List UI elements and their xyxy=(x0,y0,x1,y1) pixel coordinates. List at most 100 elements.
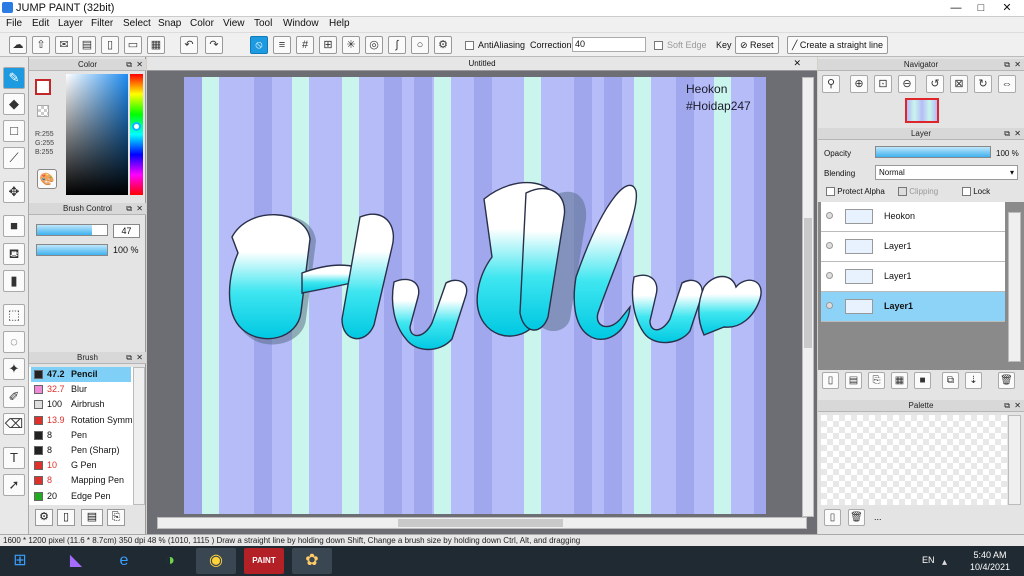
grid-snap-icon[interactable]: ⊞ xyxy=(319,36,337,54)
brush-export-icon[interactable]: ⎘ xyxy=(107,509,125,526)
panel-close-icon[interactable]: ✕ xyxy=(136,203,143,214)
document-close-icon[interactable]: ✕ xyxy=(793,58,801,69)
menu-edit[interactable]: Edit xyxy=(32,18,49,29)
select-eraser-tool-icon[interactable]: ⌫ xyxy=(3,413,25,435)
palette-scrollbar[interactable] xyxy=(1008,415,1021,505)
document-icon[interactable]: ▭ xyxy=(124,36,142,54)
folder-icon[interactable]: ■ xyxy=(914,372,931,389)
delete-palette-color-icon[interactable]: 🗑 xyxy=(848,509,865,526)
redo-icon[interactable]: ↷ xyxy=(205,36,223,54)
layer-row[interactable]: Layer1 xyxy=(821,262,1005,292)
move-tool-icon[interactable]: ✥ xyxy=(3,181,25,203)
note-icon[interactable]: ▤ xyxy=(78,36,96,54)
panel-close-icon[interactable]: ✕ xyxy=(1014,59,1021,70)
duplicate-icon[interactable]: ⧉ xyxy=(942,372,959,389)
lasso-tool-icon[interactable]: ◌ xyxy=(3,331,25,353)
brush-tool-icon[interactable]: ✎ xyxy=(3,67,25,89)
palette-picker-icon[interactable]: 🎨 xyxy=(37,169,57,189)
menu-help[interactable]: Help xyxy=(329,18,350,29)
merge-down-icon[interactable]: ⇣ xyxy=(965,372,982,389)
new-brush-icon[interactable]: ▯ xyxy=(57,509,75,526)
rectangle-tool-icon[interactable]: □ xyxy=(3,120,25,142)
gear-icon[interactable]: ⚙ xyxy=(434,36,452,54)
saturation-value-picker[interactable] xyxy=(66,74,128,195)
maximize-button[interactable]: □ xyxy=(970,0,992,16)
panel-float-icon[interactable]: ⧉ xyxy=(1004,128,1010,139)
select-rect-tool-icon[interactable]: ⬚ xyxy=(3,304,25,326)
palette-more[interactable]: ... xyxy=(874,512,882,522)
canvas-vertical-scrollbar[interactable] xyxy=(802,77,814,517)
bucket-tool-icon[interactable]: ⛾ xyxy=(3,243,25,265)
new-layer-icon[interactable]: ▯ xyxy=(822,372,839,389)
text-tool-icon[interactable]: T xyxy=(3,447,25,469)
eraser-tool-icon[interactable]: ◆ xyxy=(3,93,25,115)
document-tab[interactable]: Untitled xyxy=(147,57,817,71)
brush-list-item[interactable]: 32.7 Blur xyxy=(31,382,131,397)
flip-icon[interactable]: ⇔ xyxy=(998,75,1016,93)
menu-view[interactable]: View xyxy=(223,18,245,29)
panel-close-icon[interactable]: ✕ xyxy=(136,352,143,363)
snap-off-icon[interactable]: ⦸ xyxy=(250,36,268,54)
layer-visibility-icon[interactable] xyxy=(826,272,833,279)
clipping-option[interactable]: Clipping xyxy=(898,187,938,197)
brush-size-slider[interactable] xyxy=(36,224,108,236)
palette-swatches[interactable] xyxy=(821,415,1007,505)
brush-settings-icon[interactable]: ⚙ xyxy=(35,509,53,526)
clipping-checkbox[interactable] xyxy=(898,187,907,197)
jump-paint-taskbar-icon[interactable]: PAINT xyxy=(244,548,284,574)
layer-list-scrollbar[interactable] xyxy=(1008,212,1021,362)
visual-studio-icon[interactable]: ◣ xyxy=(56,548,96,574)
antialias-checkbox[interactable] xyxy=(465,40,474,51)
layer-row[interactable]: Layer1 xyxy=(821,292,1005,322)
circle-icon[interactable]: ○ xyxy=(411,36,429,54)
brush-list-item[interactable]: 8 Mapping Pen xyxy=(31,473,131,488)
canvas-horizontal-scrollbar[interactable] xyxy=(157,517,807,529)
layer-visibility-icon[interactable] xyxy=(826,242,833,249)
paint-app-icon[interactable]: ✿ xyxy=(292,548,332,574)
rotate-left-icon[interactable]: ↺ xyxy=(926,75,944,93)
menu-filter[interactable]: Filter xyxy=(91,18,113,29)
blending-select[interactable]: Normal ▾ xyxy=(875,165,1018,180)
rotate-reset-icon[interactable]: ⊠ xyxy=(950,75,968,93)
layer-opacity-slider[interactable] xyxy=(875,146,991,158)
brush-list-scrollbar[interactable] xyxy=(133,367,145,505)
zoom-in-icon[interactable]: ⊕ xyxy=(850,75,868,93)
new-layer-folder-icon[interactable]: ▤ xyxy=(845,372,862,389)
close-button[interactable]: ✕ xyxy=(996,0,1018,16)
hue-handle[interactable] xyxy=(132,122,141,131)
brush-list-item[interactable]: 8 Pen xyxy=(31,428,131,443)
menu-color[interactable]: Color xyxy=(190,18,214,29)
magic-wand-tool-icon[interactable]: ✦ xyxy=(3,358,25,380)
chat-app-icon[interactable]: ◑ xyxy=(150,548,190,574)
panel-close-icon[interactable]: ✕ xyxy=(1014,400,1021,411)
lock-checkbox[interactable] xyxy=(962,187,971,197)
operation-tool-icon[interactable]: ➚ xyxy=(3,474,25,496)
line-tool-icon[interactable]: ⟋ xyxy=(3,147,25,169)
panel-close-icon[interactable]: ✕ xyxy=(1014,128,1021,139)
brush-list-item[interactable]: 13.9 Rotation Symm xyxy=(31,413,133,428)
fit-screen-icon[interactable]: ⊡ xyxy=(874,75,892,93)
layer-row[interactable]: Heokon xyxy=(821,202,1005,232)
lock-option[interactable]: Lock xyxy=(962,187,990,197)
radial-icon[interactable]: ✳ xyxy=(342,36,360,54)
panel-float-icon[interactable]: ⧉ xyxy=(126,203,132,214)
page-icon[interactable]: ▯ xyxy=(101,36,119,54)
brush-menu-icon[interactable]: ▤ xyxy=(81,509,103,526)
navigator-thumbnail[interactable] xyxy=(905,98,939,123)
language-indicator[interactable]: EN xyxy=(922,555,935,565)
brush-list-item[interactable]: 100 Airbrush xyxy=(31,397,131,412)
halftone-layer-icon[interactable]: ▦ xyxy=(891,372,908,389)
menu-file[interactable]: File xyxy=(6,18,22,29)
protect-alpha-option[interactable]: Protect Alpha xyxy=(826,187,885,197)
cloud-icon[interactable]: ☁ xyxy=(9,36,27,54)
layer-visibility-icon[interactable] xyxy=(826,302,833,309)
menu-snap[interactable]: Snap xyxy=(158,18,181,29)
clock[interactable]: 5:40 AM 10/4/2021 xyxy=(962,549,1018,573)
fill-rect-tool-icon[interactable]: ■ xyxy=(3,215,25,237)
grid-icon[interactable]: ▦ xyxy=(147,36,165,54)
gradient-tool-icon[interactable]: ▮ xyxy=(3,270,25,292)
layer-visibility-icon[interactable] xyxy=(826,212,833,219)
curve-icon[interactable]: ∫ xyxy=(388,36,406,54)
comment-icon[interactable]: ✉ xyxy=(55,36,73,54)
panel-float-icon[interactable]: ⧉ xyxy=(126,352,132,363)
